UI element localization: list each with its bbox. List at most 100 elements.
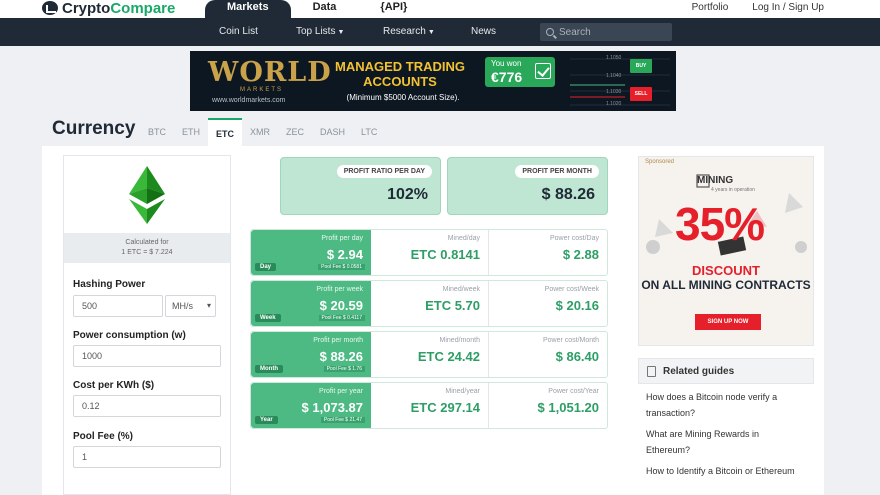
profit-ratio-value: 102% <box>387 186 428 203</box>
buy-button[interactable]: BUY <box>630 59 652 73</box>
power-cost-cell: Power cost/Year $ 1,051.20 <box>489 383 607 428</box>
nav-coin-list-label: Coin List <box>219 26 258 37</box>
profit-cell: Profit per week $ 20.59 Pool Fee $ 0.411… <box>251 281 371 326</box>
logo-text-compare: Compare <box>110 0 176 17</box>
power-cost-label: Power cost/Year <box>548 388 599 395</box>
price-label-4: 1.1020 <box>606 101 622 107</box>
banner-note: (Minimum $5000 Account Size). <box>346 93 460 102</box>
mined-cell: Mined/year ETC 297.14 <box>371 383 489 428</box>
profit-month-card: PROFIT PER MONTH $ 88.26 <box>447 157 608 215</box>
power-cost-value: $ 86.40 <box>555 349 599 364</box>
profit-cell: Profit per day $ 2.94 Pool Fee $ 0.0581 … <box>251 230 371 275</box>
nav-news-label: News <box>471 26 497 37</box>
power-cost-cell: Power cost/Week $ 20.16 <box>489 281 607 326</box>
logo[interactable]: Crypto Compare <box>42 0 176 17</box>
chevron-down-icon: ▼ <box>337 29 345 36</box>
guide-link[interactable]: How does a Bitcoin node verify a transac… <box>638 389 808 421</box>
nav-top-lists-label: Top Lists <box>296 26 336 37</box>
search-icon <box>546 28 554 36</box>
banner-won-badge: You won €776 <box>485 57 555 87</box>
nav-research[interactable]: Research ▼ <box>383 26 435 37</box>
won-label: You won <box>491 59 522 68</box>
power-cost-cell: Power cost/Day $ 2.88 <box>489 230 607 275</box>
search-box <box>540 23 672 41</box>
calculated-rate: 1 ETC = $ 7.224 <box>121 249 173 256</box>
login-signup-link[interactable]: Log In / Sign Up <box>752 2 824 13</box>
tab-btc[interactable]: BTC <box>140 118 174 146</box>
guide-link[interactable]: How to Identify a Bitcoin or Ethereum <box>638 463 808 479</box>
tab-markets[interactable]: Markets <box>205 0 291 18</box>
pool-fee-value: Pool Fee $ 1.76 <box>323 366 365 372</box>
check-icon <box>535 63 551 79</box>
power-cost-label: Power cost/Day <box>549 235 599 242</box>
profit-label: Profit per year <box>319 388 363 395</box>
tab-zec[interactable]: ZEC <box>278 118 312 146</box>
mined-cell: Mined/month ETC 24.42 <box>371 332 489 377</box>
power-cost-label: Power cost/Month <box>542 337 599 344</box>
hashing-unit-select[interactable]: MH/s ▾ <box>165 295 216 317</box>
profit-value: $ 2.94 <box>326 247 363 262</box>
banner-ad[interactable]: WORLD MARKETS www.worldmarkets.com MANAG… <box>190 51 676 111</box>
power-consumption-input[interactable] <box>73 345 221 367</box>
power-cost-value: $ 20.16 <box>555 298 599 313</box>
profit-ratio-card: PROFIT RATIO PER DAY 102% <box>280 157 441 215</box>
currency-tabs: BTC ETH ETC XMR ZEC DASH LTC <box>140 118 385 146</box>
tab-data[interactable]: Data <box>291 0 359 18</box>
ad-discount: DISCOUNT <box>692 263 760 278</box>
sell-button[interactable]: SELL <box>630 87 652 101</box>
pool-fee-label: Pool Fee (%) <box>73 431 134 442</box>
profit-value: $ 20.59 <box>319 298 363 313</box>
tab-eth[interactable]: ETH <box>174 118 208 146</box>
portfolio-link[interactable]: Portfolio <box>692 2 729 13</box>
mined-label: Mined/week <box>442 286 480 293</box>
cost-per-kwh-label: Cost per KWh ($) <box>73 380 155 391</box>
profit-row-week: Profit per week $ 20.59 Pool Fee $ 0.411… <box>250 280 608 327</box>
top-bar: Crypto Compare Markets Data {API} Portfo… <box>0 0 880 18</box>
period-tag: Month <box>255 365 283 373</box>
profit-row-year: Profit per year $ 1,073.87 Pool Fee $ 21… <box>250 382 608 429</box>
sponsored-ad[interactable]: Sponsored MINING 4 years in operation 35… <box>638 156 814 346</box>
nav-coin-list[interactable]: Coin List <box>219 26 258 37</box>
mined-value: ETC 0.8141 <box>410 247 480 262</box>
chevron-down-icon: ▼ <box>427 29 435 36</box>
mined-cell: Mined/week ETC 5.70 <box>371 281 489 326</box>
logo-icon <box>42 1 58 15</box>
ad-percent: 35% <box>675 198 765 250</box>
related-guides: Related guides How does a Bitcoin node v… <box>638 358 814 495</box>
profit-label: Profit per week <box>316 286 363 293</box>
price-label-3: 1.1030 <box>606 89 622 95</box>
ad-brand-sub: 4 years in operation <box>711 187 755 193</box>
hashing-power-input[interactable] <box>73 295 163 317</box>
mined-value: ETC 297.14 <box>410 400 480 415</box>
pool-fee-input[interactable] <box>73 446 221 468</box>
guide-link[interactable]: What are Mining Rewards in Ethereum? <box>638 426 808 458</box>
ad-signup-button[interactable]: SIGN UP NOW <box>695 314 761 330</box>
banner-brand-sub: MARKETS <box>240 87 284 93</box>
tab-api[interactable]: {API} <box>358 0 429 18</box>
banner-chart-lines <box>570 58 670 106</box>
power-cost-value: $ 1,051.20 <box>537 400 599 415</box>
nav-top-lists[interactable]: Top Lists ▼ <box>296 26 344 37</box>
top-links: Portfolio Log In / Sign Up <box>692 2 824 13</box>
won-amount: €776 <box>491 69 523 85</box>
cost-per-kwh-input[interactable] <box>73 395 221 417</box>
ethereum-classic-icon <box>129 165 165 224</box>
tab-dash[interactable]: DASH <box>312 118 353 146</box>
search-input[interactable] <box>559 26 659 38</box>
tab-ltc[interactable]: LTC <box>353 118 385 146</box>
tab-xmr[interactable]: XMR <box>242 118 278 146</box>
pool-fee-value: Pool Fee $ 21.47 <box>320 417 365 423</box>
related-guides-header: Related guides <box>638 358 814 384</box>
tab-etc[interactable]: ETC <box>208 118 242 146</box>
power-cost-cell: Power cost/Month $ 86.40 <box>489 332 607 377</box>
power-cost-value: $ 2.88 <box>562 247 599 262</box>
period-tag: Week <box>255 314 281 322</box>
hashing-unit-value: MH/s <box>172 301 193 311</box>
nav-news[interactable]: News <box>471 26 496 37</box>
coin-logo-box <box>64 156 230 233</box>
profit-month-value: $ 88.26 <box>541 186 595 203</box>
calculator-card: Calculated for 1 ETC = $ 7.224 Hashing P… <box>63 155 231 495</box>
profit-row-day: Profit per day $ 2.94 Pool Fee $ 0.0581 … <box>250 229 608 276</box>
related-guides-title: Related guides <box>663 366 735 377</box>
banner-chart: BUY SELL 1.1050 1.1040 1.1030 1.1020 <box>570 55 670 107</box>
